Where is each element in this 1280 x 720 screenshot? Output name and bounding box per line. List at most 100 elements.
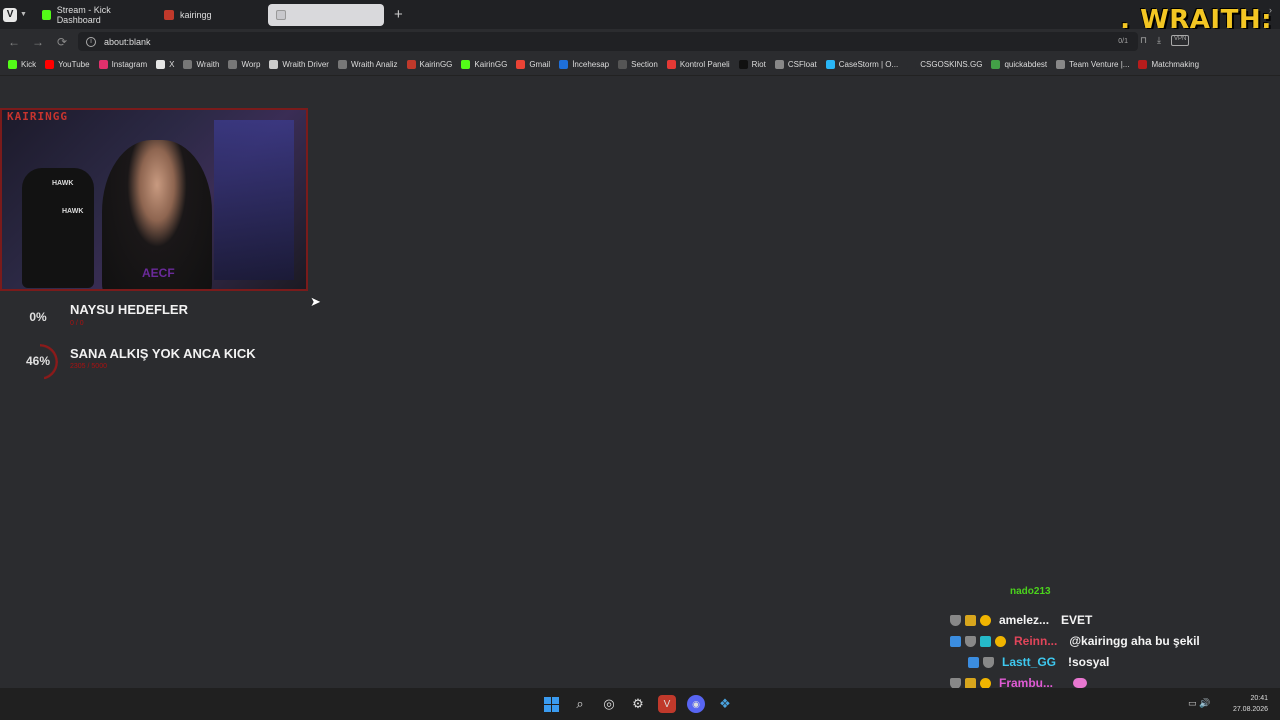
subscriber-coin-icon [995,635,1006,647]
search-icon[interactable]: ⌕ [571,695,589,713]
bookmark-label: KairinGG [419,60,453,69]
mouse-pointer-icon: ➤ [310,294,321,309]
clock-date: 27.08.2026 [1232,706,1268,713]
tray-icons[interactable]: ▭ 🔊 [1188,698,1210,709]
bookmark-label: Wraith [196,60,220,69]
taskbar-apps: ⌕ ◎ ⚙ V ◉ ❖ [542,695,734,713]
subscriber-coin-icon [980,677,991,689]
bookmark-item[interactable]: KairinGG [461,60,507,69]
block-counter: 0/1 [1118,38,1128,45]
taskbar: ⌕ ◎ ⚙ V ◉ ❖ ▭ 🔊 20:41 27.08.2026 [0,688,1280,720]
bookmark-item[interactable]: Instagram [98,60,148,69]
bookmark-label: Kontrol Paneli [679,60,730,69]
mod-shield-icon [965,635,976,647]
chat-message-text: !sosyal [1068,655,1110,669]
crown-badge-icon [965,614,976,626]
crown-badge-icon [965,677,976,689]
bookmark-item[interactable]: Wraith Driver [269,60,329,69]
bookmark-item[interactable]: quickabdest [991,60,1047,69]
chair-brand-label: HAWK [52,180,74,187]
chat-overlay: nado213 amelez... EVET Reinn... @kairingg ah… [940,586,1280,710]
verified-badge-icon [968,656,979,668]
steam-icon[interactable]: ⚙ [629,695,647,713]
shirt-print: AECF [142,266,175,280]
bookmark-item[interactable]: KairinGG [406,60,453,69]
vivaldi-logo-icon: V [3,7,18,22]
download-icon[interactable]: ⤓ [1157,35,1161,46]
address-right-controls: ⊓ ⤓ VPN [1140,35,1190,46]
obs-icon[interactable]: ◎ [600,695,618,713]
windows-start-icon[interactable] [542,695,560,713]
bookmark-item[interactable]: Team Venture |... [1056,60,1129,69]
discord-icon[interactable]: ◉ [687,695,705,713]
mod-shield-icon [983,656,994,668]
goal-percent: 0% [29,310,47,324]
system-clock[interactable]: 20:41 27.08.2026 [1233,693,1268,715]
browser-menu-button[interactable]: V ▼ [0,0,30,29]
mod-shield-icon [950,614,961,626]
goal-title: NAYSU HEDEFLER [70,302,188,317]
chat-message: amelez... EVET [950,613,1092,627]
bookmark-icon[interactable]: ⊓ [1140,35,1147,46]
chat-username[interactable]: amelez... [999,613,1049,627]
address-bar[interactable]: i about:blank 0/1 [78,32,1138,51]
tab-kairingg[interactable]: kairingg [156,4,266,26]
vpn-badge[interactable]: VPN [1171,35,1190,46]
tab-blank-active[interactable] [268,3,384,26]
bookmark-favicon-icon [1056,60,1066,69]
kairingg-icon [164,9,174,20]
vivaldi-icon[interactable]: V [658,695,676,713]
bookmark-favicon-icon [269,60,279,69]
bookmark-label: quickabdest [1004,60,1048,69]
bookmark-label: Wraith Driver [282,60,329,69]
bookmark-item[interactable]: X [156,60,174,69]
bookmark-item[interactable]: CSGOSKINS.GG [907,60,982,69]
new-tab-button[interactable]: + [394,6,403,23]
bookmark-favicon-icon [738,60,748,69]
bookmark-item[interactable]: CaseStorm | O... [825,60,898,69]
bookmark-item[interactable]: İncehesap [559,60,609,69]
bookmark-favicon-icon [825,60,835,69]
app-icon[interactable]: ❖ [716,695,734,713]
subscriber-coin-icon [980,614,991,626]
bookmarks-overflow-icon[interactable]: › [1269,5,1272,15]
chat-username[interactable]: Reinn... [1014,634,1057,648]
bookmark-favicon-icon [461,60,471,69]
bookmark-label: Matchmaking [1151,60,1200,69]
forward-arrow-icon[interactable]: → [26,35,50,49]
chat-message-text: @kairingg aha bu şekil [1069,634,1200,648]
bookmark-item[interactable]: Kick [8,60,36,69]
bookmark-label: İncehesap [572,60,610,69]
tab-label: kairingg [180,9,212,20]
kick-icon [42,9,51,20]
bookmark-item[interactable]: Gmail [516,60,550,69]
bookmark-item[interactable]: Wraith [183,60,219,69]
bookmark-label: Instagram [111,60,148,69]
chat-username[interactable]: Lastt_GG [1002,655,1056,669]
bookmark-item[interactable]: Matchmaking [1138,60,1199,69]
address-toolbar: ← → ⟳ i about:blank 0/1 ⊓ ⤓ VPN [0,29,1280,54]
goal-subtitle: 0 / 0 [70,320,84,327]
bookmark-item[interactable]: YouTube [45,60,90,69]
bookmark-label: Worp [241,60,261,69]
bookmark-label: Section [631,60,658,69]
verified-badge-icon [950,635,961,647]
bookmark-item[interactable]: Section [618,60,658,69]
bookmark-item[interactable]: Wraith Analiz [337,60,398,69]
tab-kick-dashboard[interactable]: Stream - Kick Dashboard [34,4,152,26]
back-arrow-icon[interactable]: ← [2,35,26,49]
webcam-overlay: HAWK HAWK AECF KAIRINGG [0,108,308,291]
bookmark-item[interactable]: Riot [738,60,766,69]
url-text: about:blank [104,36,151,47]
clock-time: 20:41 [1250,695,1268,702]
bookmark-favicon-icon [991,60,1001,69]
bookmark-item[interactable]: Worp [228,60,260,69]
info-icon[interactable]: i [86,36,96,47]
chat-username[interactable]: nado213 [1010,586,1051,597]
bookmark-item[interactable]: Kontrol Paneli [666,60,730,69]
reload-icon[interactable]: ⟳ [50,35,74,49]
emote-icon [1073,678,1088,688]
bookmark-favicon-icon [228,60,238,69]
bookmark-item[interactable]: CSFloat [774,60,817,69]
mod-shield-icon [950,677,961,689]
